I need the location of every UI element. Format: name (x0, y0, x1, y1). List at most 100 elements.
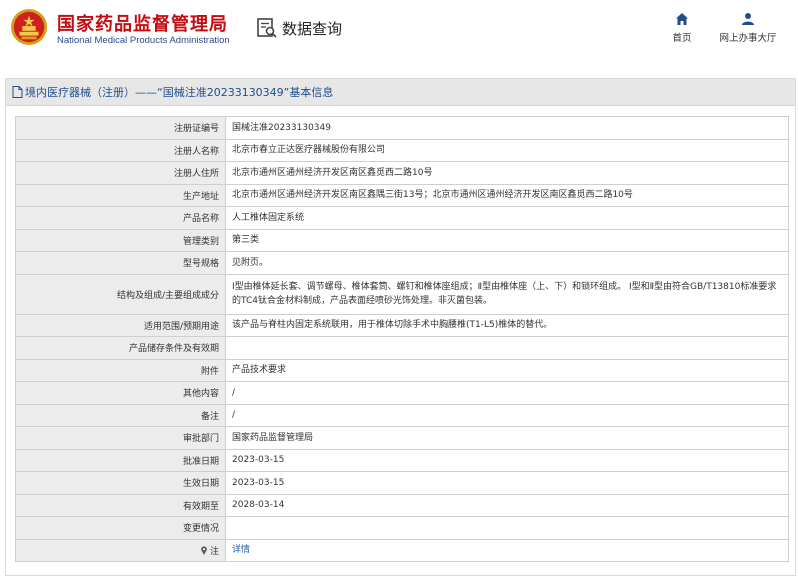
row-value-text: 2028-03-14 (232, 500, 285, 511)
row-label: 其他内容 (15, 381, 226, 405)
row-label-text: 注 (209, 546, 219, 557)
table-row: 管理类别 第三类 (15, 228, 789, 252)
row-value: / (225, 381, 789, 405)
row-value: 产品技术要求 (225, 358, 789, 382)
row-value: / (225, 403, 789, 427)
row-label-text: 备注 (200, 411, 219, 422)
row-label: 管理类别 (15, 228, 226, 252)
nav-home-label: 首页 (672, 33, 692, 44)
nav-home[interactable]: 首页 (668, 12, 696, 44)
row-value-text: 国家药品监督管理局 (232, 432, 314, 443)
row-label-text: 注册证编号 (173, 124, 219, 135)
row-label: 变更情况 (15, 516, 226, 540)
row-label: 批准日期 (15, 448, 226, 472)
table-row: 变更情况 (15, 516, 789, 540)
row-label: 有效期至 (15, 493, 226, 517)
row-label: 适用范围/预期用途 (15, 313, 226, 337)
pin-icon (201, 546, 207, 555)
row-label: 注 (15, 538, 226, 562)
row-label-text: 型号规格 (182, 259, 219, 270)
brand-name-cn[interactable]: 国家药品监督管理局 (57, 10, 228, 36)
site-header: 国家药品监督管理局 National Medical Products Admi… (0, 0, 798, 62)
data-query-icon (257, 18, 277, 38)
data-query-link[interactable]: 数据查询 (256, 17, 342, 39)
row-value: 2028-03-14 (225, 493, 789, 517)
table-row: 附件 产品技术要求 (15, 358, 789, 382)
row-value-text: 北京市春立正达医疗器械股份有限公司 (232, 145, 386, 156)
row-label: 注册人住所 (15, 161, 226, 185)
row-label: 产品名称 (15, 206, 226, 230)
table-row: 注册人名称 北京市春立正达医疗器械股份有限公司 (15, 138, 789, 162)
document-icon (12, 86, 23, 98)
details-link[interactable]: 详情 (232, 545, 250, 555)
table-row: 注 详情 (15, 538, 789, 562)
row-value: 2023-03-15 (225, 448, 789, 472)
national-emblem-icon (10, 8, 48, 46)
row-label: 注册证编号 (15, 116, 226, 140)
row-label-text: 有效期至 (182, 501, 219, 512)
detail-panel: 境内医疗器械（注册）——“国械注准20233130349”基本信息 注册证编号国… (5, 78, 796, 576)
row-label-text: 附件 (200, 366, 219, 377)
table-row: 其他内容 / (15, 381, 789, 405)
row-label-text: 产品名称 (182, 214, 219, 225)
table-row: 注册证编号 国械注准20233130349 (15, 116, 789, 140)
table-row: 产品储存条件及有效期 (15, 336, 789, 360)
nav-online-service-hall[interactable]: 网上办事大厅 (716, 12, 780, 44)
table-row: 审批部门 国家药品监督管理局 (15, 426, 789, 450)
row-label-text: 变更情况 (182, 524, 219, 535)
table-row: 有效期至 2028-03-14 (15, 493, 789, 517)
row-value-text: / (232, 387, 236, 398)
row-value-text: 第三类 (232, 235, 260, 246)
row-value: 国家药品监督管理局 (225, 426, 789, 450)
row-value-text: 2023-03-15 (232, 477, 285, 488)
row-value: 北京市春立正达医疗器械股份有限公司 (225, 138, 789, 162)
data-query-label: 数据查询 (282, 19, 343, 38)
row-label: 生产地址 (15, 183, 226, 207)
nav-hall-label: 网上办事大厅 (719, 33, 777, 44)
row-value-text: 产品技术要求 (232, 365, 287, 376)
brand-name-en: National Medical Products Administration (57, 35, 230, 46)
row-label: 附件 (15, 358, 226, 382)
row-value-text: 北京市通州区通州经济开发区南区鑫隅三街13号；北京市通州区通州经济开发区南区鑫觅… (232, 190, 633, 201)
row-label: 备注 (15, 403, 226, 427)
table-row: 结构及组成/主要组成成分 Ⅰ型由椎体延长套、调节螺母、椎体套筒、螺钉和椎体座组成；… (15, 273, 789, 315)
row-label-text: 注册人住所 (173, 169, 219, 180)
row-value (225, 516, 789, 540)
panel-title: 境内医疗器械（注册）——“国械注准20233130349”基本信息 (25, 86, 334, 99)
row-label-text: 生效日期 (182, 479, 219, 490)
table-row: 型号规格 见附页。 (15, 251, 789, 275)
row-label: 产品储存条件及有效期 (15, 336, 226, 360)
row-value-text: 见附页。 (232, 257, 269, 268)
home-icon (676, 13, 688, 25)
row-value-text: 国械注准20233130349 (232, 122, 331, 133)
row-value: 北京市通州区通州经济开发区南区鑫隅三街13号；北京市通州区通州经济开发区南区鑫觅… (225, 183, 789, 207)
row-label-text: 注册人名称 (173, 146, 219, 157)
table-row: 批准日期 2023-03-15 (15, 448, 789, 472)
table-row: 产品名称 人工椎体固定系统 (15, 206, 789, 230)
row-label-text: 其他内容 (182, 389, 219, 400)
panel-title-bar: 境内医疗器械（注册）——“国械注准20233130349”基本信息 (6, 79, 795, 106)
row-label-text: 审批部门 (182, 434, 219, 445)
user-icon (742, 13, 754, 25)
row-label-text: 产品储存条件及有效期 (128, 344, 219, 355)
row-value: 国械注准20233130349 (225, 116, 789, 140)
registration-info-table: 注册证编号 国械注准20233130349 注册人名称 北京市春立正达医疗器械股份有限… (15, 116, 789, 562)
row-value (225, 336, 789, 360)
row-label-text: 生产地址 (182, 191, 219, 202)
row-value: 详情 (225, 538, 789, 562)
row-value: 人工椎体固定系统 (225, 206, 789, 230)
row-value: 北京市通州区通州经济开发区南区鑫觅西二路10号 (225, 161, 789, 185)
row-label: 生效日期 (15, 471, 226, 495)
row-value: Ⅰ型由椎体延长套、调节螺母、椎体套筒、螺钉和椎体座组成；Ⅱ型由椎体座（上、下）和… (225, 273, 789, 315)
row-value: 见附页。 (225, 251, 789, 275)
row-value-text: 北京市通州区通州经济开发区南区鑫觅西二路10号 (232, 167, 433, 178)
row-label: 型号规格 (15, 251, 226, 275)
row-value-text: 人工椎体固定系统 (232, 212, 305, 223)
row-label: 审批部门 (15, 426, 226, 450)
row-value: 2023-03-15 (225, 471, 789, 495)
row-value-text: 2023-03-15 (232, 455, 285, 466)
row-value-text: 该产品与脊柱内固定系统联用，用于椎体切除手术中胸腰椎(T1-L5)椎体的替代。 (232, 320, 553, 331)
row-label: 结构及组成/主要组成成分 (15, 273, 226, 315)
table-row: 注册人住所 北京市通州区通州经济开发区南区鑫觅西二路10号 (15, 161, 789, 185)
table-row: 适用范围/预期用途 该产品与脊柱内固定系统联用，用于椎体切除手术中胸腰椎(T1-L… (15, 313, 789, 337)
